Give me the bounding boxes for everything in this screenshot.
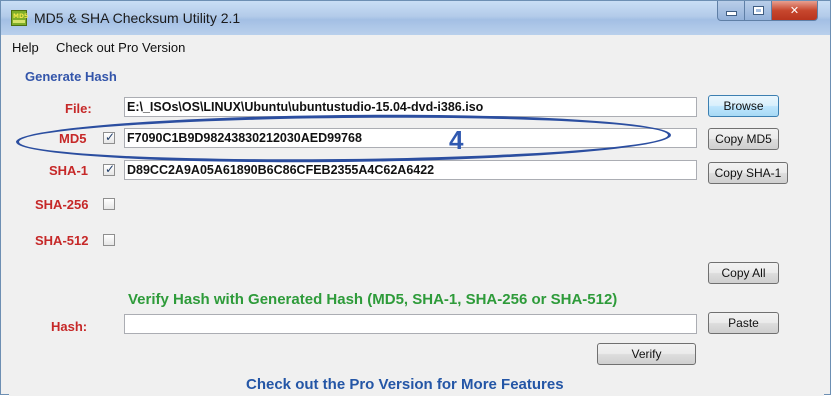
verify-heading: Verify Hash with Generated Hash (MD5, SH… [128,291,618,308]
generate-hash-heading: Generate Hash [25,69,117,84]
menu-check-out-pro[interactable]: Check out Pro Version [56,40,185,55]
window-controls: ✕ [717,1,818,21]
maximize-icon [752,6,764,15]
app-window: MD5 MD5 & SHA Checksum Utility 2.1 ✕ Hel… [0,0,831,396]
maximize-button[interactable] [745,1,772,21]
copy-all-button[interactable]: Copy All [708,262,779,284]
copy-md5-button[interactable]: Copy MD5 [708,128,779,150]
verify-hash-input[interactable] [124,314,697,334]
minimize-button[interactable] [717,1,745,21]
menu-bar: Help Check out Pro Version [9,35,824,57]
close-button[interactable]: ✕ [772,1,818,21]
sha256-checkbox[interactable] [103,198,115,210]
sha512-label: SHA-512 [35,233,89,248]
close-icon: ✕ [789,5,800,17]
sha512-checkbox[interactable] [103,234,115,246]
app-icon-text: MD5 [13,13,29,20]
sha1-label: SHA-1 [49,163,89,178]
minimize-icon [725,11,737,16]
browse-button[interactable]: Browse [708,95,779,117]
menu-help[interactable]: Help [12,40,39,55]
hash-label: Hash: [51,319,88,334]
pro-version-link[interactable]: Check out the Pro Version for More Featu… [246,376,564,393]
sha256-label: SHA-256 [35,197,89,212]
title-bar[interactable]: MD5 MD5 & SHA Checksum Utility 2.1 ✕ [1,1,830,35]
sha1-checkbox[interactable] [103,162,115,176]
copy-sha1-button[interactable]: Copy SHA-1 [708,162,788,184]
annotation-number: 4 [449,125,464,155]
verify-button[interactable]: Verify [597,343,696,365]
app-icon: MD5 [11,10,29,26]
window-title: MD5 & SHA Checksum Utility 2.1 [34,10,241,26]
paste-button[interactable]: Paste [708,312,779,334]
sha1-hash-field[interactable]: D89CC2A9A05A61890B6C86CFEB2355A4C62A6422 [124,160,697,180]
file-label: File: [65,101,92,116]
